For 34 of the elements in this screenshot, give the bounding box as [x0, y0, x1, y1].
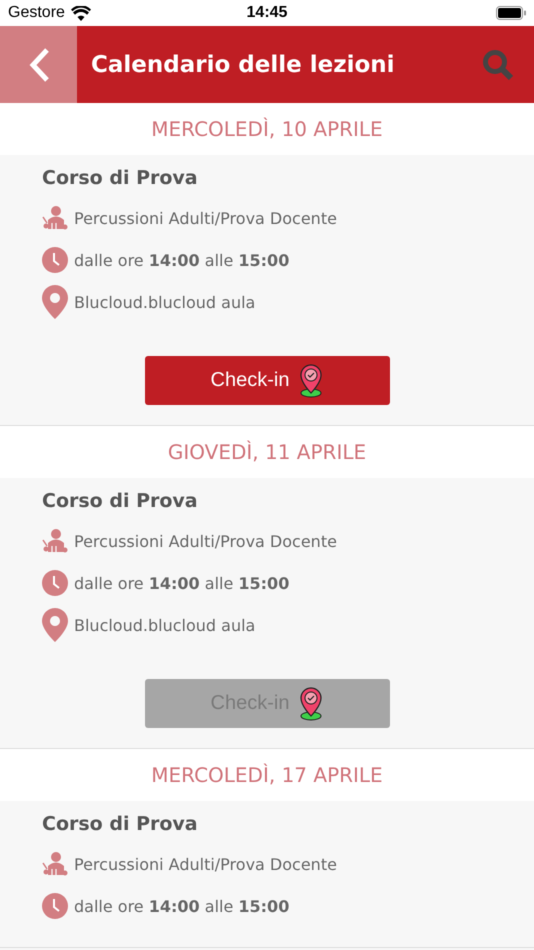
teacher-name: Percussioni Adulti/Prova Docente	[74, 854, 337, 874]
clock-icon	[42, 893, 68, 919]
clock-icon	[42, 570, 68, 596]
location-check-icon	[299, 364, 324, 398]
carrier-name: Gestore	[8, 4, 65, 22]
search-button[interactable]	[482, 48, 514, 80]
location-check-icon	[299, 686, 324, 720]
course-title: Corso di Prova	[42, 813, 199, 835]
location-pin-icon	[42, 608, 68, 642]
course-title: Corso di Prova	[42, 490, 199, 512]
date-heading: GIOVEDÌ, 11 APRILE	[168, 440, 366, 464]
date-heading: MERCOLEDÌ, 17 APRILE	[151, 763, 383, 787]
teacher-icon	[42, 205, 68, 231]
lesson-time: dalle ore 14:00 alle 15:00	[74, 250, 290, 270]
teacher-name: Percussioni Adulti/Prova Docente	[74, 532, 337, 550]
back-icon	[28, 46, 50, 82]
screen-title: Calendario delle lezioni	[91, 52, 396, 78]
location-pin-icon	[42, 285, 68, 319]
course-title: Corso di Prova	[42, 167, 199, 189]
back-button[interactable]	[0, 26, 77, 103]
battery-icon	[496, 6, 526, 20]
wifi-icon	[70, 6, 91, 20]
clock-icon	[42, 247, 68, 273]
lesson-location: Blucloud.blucloud aula	[74, 616, 256, 634]
search-icon	[482, 48, 514, 80]
teacher-icon	[42, 851, 68, 877]
lesson-location: Blucloud.blucloud aula	[74, 292, 256, 312]
check-in-button[interactable]: Check-in	[144, 356, 390, 405]
lesson-time: dalle ore 14:00 alle 15:00	[74, 574, 290, 592]
lesson-time: dalle ore 14:00 alle 15:00	[74, 896, 290, 916]
date-heading: MERCOLEDÌ, 10 APRILE	[151, 117, 383, 141]
clock-time: 14:45	[246, 4, 288, 22]
teacher-icon	[42, 528, 68, 554]
teacher-name: Percussioni Adulti/Prova Docente	[74, 208, 337, 228]
